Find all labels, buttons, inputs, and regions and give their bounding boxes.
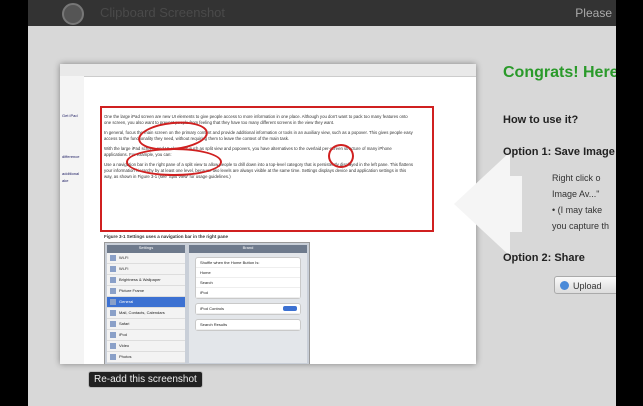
upload-button[interactable]: Upload: [554, 276, 616, 294]
how-to-heading: How to use it?: [503, 114, 579, 126]
settings-item: Brightness & Wallpaper: [107, 275, 185, 286]
settings-row: Search Results: [196, 320, 300, 330]
annotation-oval: [126, 148, 222, 176]
instruction-line: you capture th: [552, 221, 610, 231]
preview-sidebar: Get iPad difference additional ake: [60, 76, 84, 364]
settings-item: Safari: [107, 319, 185, 330]
re-add-screenshot-button[interactable]: Re-add this screenshot: [88, 371, 203, 388]
settings-card: Shuffle when the Home Button Is: Home Se…: [195, 257, 301, 299]
settings-item: iPod: [107, 330, 185, 341]
video-frame: Clipboard Screenshot Please Get iPad dif…: [28, 0, 616, 406]
left-arrow-stem: [502, 176, 522, 232]
site-title[interactable]: Clipboard Screenshot: [100, 5, 225, 20]
settings-item: Photos: [107, 352, 185, 363]
upload-button-label: Upload: [573, 281, 602, 291]
settings-item: Wi-Fi: [107, 253, 185, 264]
settings-row: Home: [196, 268, 300, 278]
instruction-line: • (I may take: [552, 205, 603, 215]
settings-row: iPod Controls: [196, 304, 300, 314]
settings-row: Shuffle when the Home Button Is:: [196, 258, 300, 268]
sidebar-entry: Get iPad: [62, 113, 78, 118]
preview-header-bar: [60, 64, 476, 77]
settings-card: Search Results: [195, 319, 301, 331]
settings-card: iPod Controls: [195, 303, 301, 315]
settings-right-title: Brand: [189, 245, 307, 253]
settings-row: Search: [196, 278, 300, 288]
camera-lens-icon[interactable]: [62, 3, 84, 25]
top-right-link[interactable]: Please: [575, 6, 612, 20]
screenshot-preview: Get iPad difference additional ake One t…: [60, 64, 476, 364]
settings-item-selected: General: [107, 297, 185, 308]
figure-caption: Figure 3-1 Settings uses a navigation ba…: [104, 234, 229, 239]
settings-left-title: Settings: [107, 245, 185, 253]
settings-row: iPod: [196, 288, 300, 298]
settings-detail-pane: Brand Shuffle when the Home Button Is: H…: [189, 245, 307, 363]
settings-list-pane: Settings Wi-Fi Wi-Fi Brightness & Wallpa…: [107, 245, 185, 363]
annotation-oval: [328, 144, 354, 168]
option2-heading: Option 2: Share: [503, 252, 585, 264]
settings-item: Video: [107, 341, 185, 352]
settings-item: Wi-Fi: [107, 264, 185, 275]
toggle-switch: [283, 306, 297, 311]
congrats-heading: Congrats! Here: [503, 64, 616, 81]
sidebar-entry: ake: [62, 178, 69, 183]
settings-row-label: iPod Controls: [200, 306, 225, 311]
upload-globe-icon: [560, 281, 569, 290]
sidebar-entry: difference: [62, 154, 80, 159]
settings-item: Picture Frame: [107, 286, 185, 297]
instruction-line: Right click o: [552, 173, 601, 183]
instruction-line: Image Av...": [552, 189, 600, 199]
option1-instructions: Right click o Image Av..." • (I may take…: [552, 170, 609, 234]
settings-figure: Settings Wi-Fi Wi-Fi Brightness & Wallpa…: [104, 242, 310, 364]
option1-heading: Option 1: Save Image: [503, 146, 615, 158]
top-bar: Clipboard Screenshot Please: [28, 0, 616, 26]
sidebar-entry: additional: [62, 171, 80, 176]
settings-item: Mail, Contacts, Calendars: [107, 308, 185, 319]
